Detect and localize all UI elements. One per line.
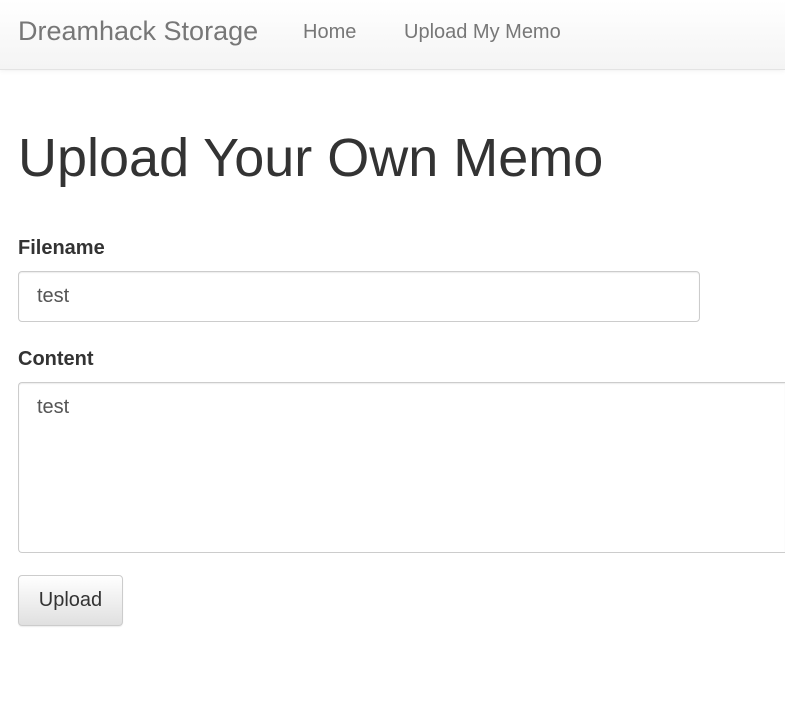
upload-button[interactable]: Upload xyxy=(18,575,123,626)
content-label: Content xyxy=(18,348,94,370)
nav-home-link[interactable]: Home xyxy=(303,20,356,44)
filename-input[interactable] xyxy=(18,271,700,322)
brand-link[interactable]: Dreamhack Storage xyxy=(18,15,258,47)
content-textarea[interactable]: test xyxy=(18,382,785,553)
nav-upload-memo-link[interactable]: Upload My Memo xyxy=(404,20,561,44)
navbar: Dreamhack Storage Home Upload My Memo xyxy=(0,0,785,70)
page-title: Upload Your Own Memo xyxy=(18,128,604,188)
filename-label: Filename xyxy=(18,237,105,259)
